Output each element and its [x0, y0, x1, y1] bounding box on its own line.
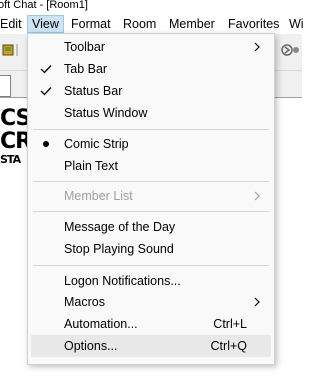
menu-favorites[interactable]: Favorites [224, 16, 283, 32]
chevron-right-icon [254, 42, 260, 52]
menu-item-shortcut: Ctrl+L [213, 317, 247, 331]
menu-item-logon-notifications[interactable]: Logon Notifications... [31, 270, 271, 292]
window-titlebar: oft Chat - [Room1] [0, 0, 302, 14]
menu-item-label: Comic Strip [64, 137, 129, 151]
menu-separator [33, 211, 269, 212]
tab-room1[interactable] [0, 75, 11, 97]
menu-item-automation[interactable]: Automation... Ctrl+L [31, 313, 271, 335]
checkmark-icon [40, 65, 52, 74]
menu-format[interactable]: Format [67, 16, 115, 32]
menu-bar: Edit View Format Room Member Favorites W… [0, 14, 304, 34]
chevron-right-icon [254, 297, 260, 307]
menu-separator [33, 181, 269, 182]
menu-item-shortcut: Ctrl+Q [210, 339, 247, 353]
menu-separator [33, 265, 269, 266]
menu-item-label: Options... [64, 339, 118, 353]
menu-item-label: Plain Text [64, 159, 118, 173]
menu-item-label: Automation... [64, 317, 138, 331]
menu-item-status-window[interactable]: Status Window [31, 102, 271, 124]
menu-view[interactable]: View [27, 15, 64, 33]
menu-item-member-list: Member List [31, 185, 271, 207]
menu-window[interactable]: Wi [285, 16, 308, 32]
chevron-right-icon [254, 191, 260, 201]
window-title: oft Chat - [Room1] [0, 0, 88, 11]
checkmark-icon [40, 87, 52, 96]
menu-item-label: Stop Playing Sound [64, 242, 174, 256]
menu-item-status-bar[interactable]: Status Bar [31, 80, 271, 102]
menu-item-options[interactable]: Options... Ctrl+Q [31, 335, 271, 357]
menu-item-comic-strip[interactable]: Comic Strip [31, 133, 271, 155]
radio-dot-icon [43, 141, 49, 147]
menu-item-label: Logon Notifications... [64, 274, 181, 288]
menu-item-tab-bar[interactable]: Tab Bar [31, 58, 271, 80]
menu-item-macros[interactable]: Macros [31, 291, 271, 313]
menu-item-label: Toolbar [64, 40, 105, 54]
menu-item-plain-text[interactable]: Plain Text [31, 155, 271, 177]
toolbar-more-icon[interactable] [292, 43, 306, 57]
menu-member[interactable]: Member [165, 16, 219, 32]
menu-edit[interactable]: Edit [0, 16, 26, 32]
view-menu: Toolbar Tab Bar Status Bar Status Window… [27, 33, 275, 365]
menu-item-label: Member List [64, 189, 133, 203]
menu-room[interactable]: Room [119, 16, 160, 32]
menu-item-message-of-the-day[interactable]: Message of the Day [31, 216, 271, 238]
menu-item-label: Status Window [64, 106, 148, 120]
menu-item-label: Message of the Day [64, 220, 176, 234]
menu-item-label: Macros [64, 295, 105, 309]
toolbar-separator-icon [16, 44, 18, 56]
menu-item-label: Status Bar [64, 84, 123, 98]
menu-item-toolbar[interactable]: Toolbar [31, 36, 271, 58]
menu-item-label: Tab Bar [64, 62, 108, 76]
comic-strip-text: STA [0, 153, 21, 166]
menu-item-stop-playing-sound[interactable]: Stop Playing Sound [31, 238, 271, 260]
menu-separator [33, 129, 269, 130]
